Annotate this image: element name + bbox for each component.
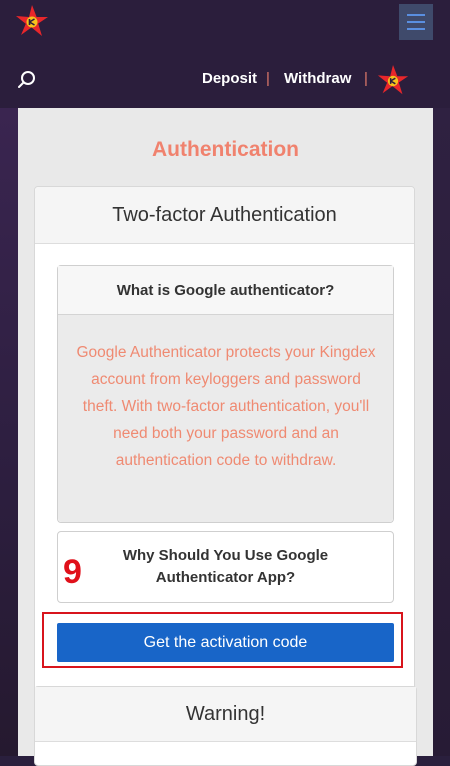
- nav-deposit-link[interactable]: Deposit: [202, 70, 257, 87]
- nav-separator: |: [364, 70, 368, 87]
- menu-icon-bar: [407, 21, 425, 23]
- accordion-google-authenticator: What is Google authenticator? Google Aut…: [57, 265, 394, 523]
- page-background-right: [433, 108, 450, 756]
- page-title: Authentication: [152, 138, 299, 161]
- accordion-heading-what-is[interactable]: What is Google authenticator?: [58, 266, 393, 315]
- accordion-body-text: Google Authenticator protects your Kingd…: [76, 344, 376, 469]
- nav-withdraw-link[interactable]: Withdraw: [284, 70, 351, 87]
- nav-separator: |: [266, 70, 270, 87]
- step-number-annotation: 9: [63, 553, 82, 591]
- search-icon[interactable]: [17, 70, 37, 90]
- menu-button[interactable]: [399, 4, 433, 40]
- menu-icon: [407, 14, 425, 16]
- menu-icon-bar: [407, 28, 425, 30]
- page-background-left: [0, 108, 18, 756]
- get-activation-code-button[interactable]: Get the activation code: [57, 623, 394, 662]
- two-factor-card: Two-factor Authentication What is Google…: [34, 186, 415, 756]
- accordion-why-use[interactable]: Why Should You Use Google Authenticator …: [57, 531, 394, 603]
- logo-icon[interactable]: [14, 4, 50, 40]
- warning-title: Warning!: [185, 703, 266, 725]
- card-title: Two-factor Authentication: [112, 204, 337, 226]
- avatar-icon[interactable]: [376, 64, 410, 98]
- card-header: Two-factor Authentication: [35, 187, 414, 244]
- warning-card-header: Warning!: [35, 687, 416, 742]
- accordion-body: Google Authenticator protects your Kingd…: [58, 315, 393, 522]
- warning-card: Warning!: [34, 686, 417, 766]
- accordion-heading-why-use: Why Should You Use Google Authenticator …: [122, 547, 329, 586]
